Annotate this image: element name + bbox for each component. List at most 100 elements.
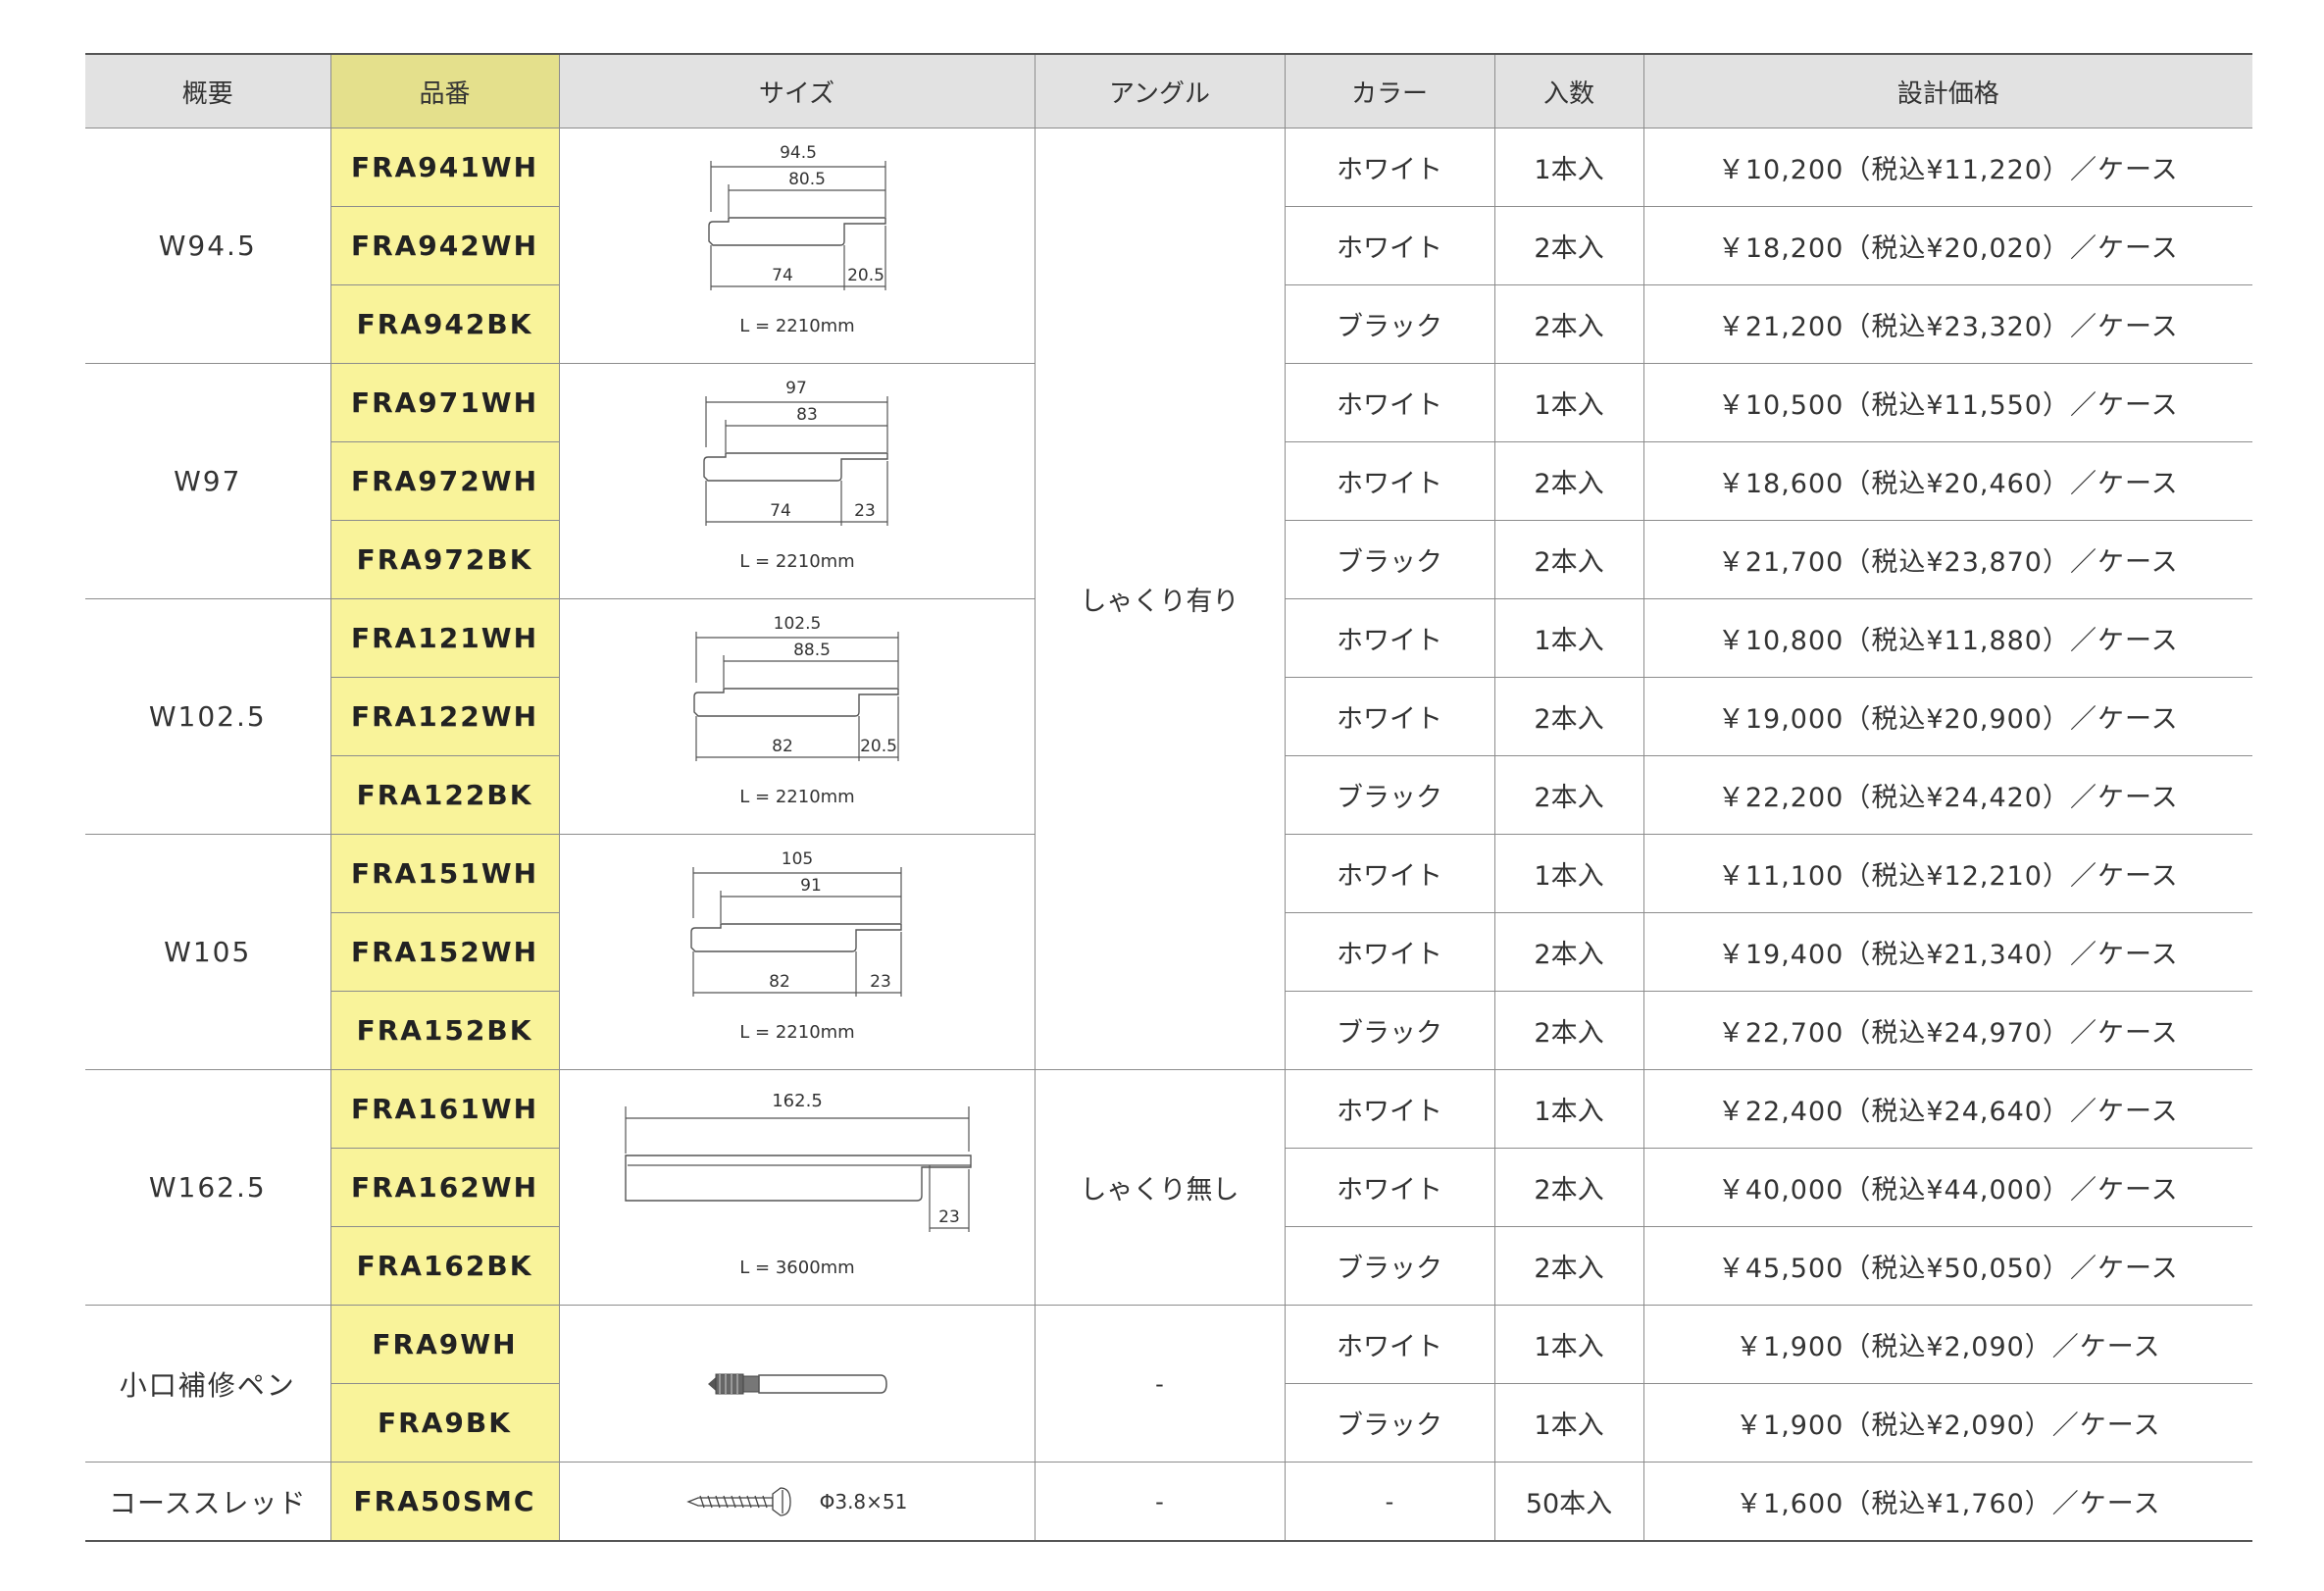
part-number: FRA161WH	[329, 1069, 560, 1149]
qty-cell: 2本入	[1493, 912, 1644, 992]
part-number: FRA971WH	[329, 363, 560, 442]
summary-cell: コーススレッド	[85, 1462, 331, 1542]
part-number: FRA152WH	[330, 912, 560, 992]
price-cell: ￥22,700（税込¥24,970）／ケース	[1642, 991, 2252, 1070]
header-row: 概要 品番 サイズ アングル カラー 入数 設計価格	[85, 53, 2252, 128]
price-cell: ￥40,000（税込¥44,000）／ケース	[1642, 1148, 2252, 1227]
part-number: FRA122BK	[330, 755, 560, 835]
part-number: FRA162BK	[330, 1226, 560, 1306]
frame-section-drawing: 105 91 82 23 L = 2210mm	[689, 849, 902, 1043]
price-cell: ￥10,500（税込¥11,550）／ケース	[1642, 363, 2252, 442]
size-drawing-cell: 162.5 23 L = 3600mm	[558, 1069, 1036, 1306]
dim-inner-label: 88.5	[793, 641, 831, 660]
profile-shape	[689, 922, 902, 952]
dim-inner-label: 91	[800, 876, 822, 896]
dim-overall-label: 94.5	[780, 143, 817, 163]
part-number: FRA9WH	[329, 1305, 560, 1384]
screw-size-label: Φ3.8×51	[819, 1489, 908, 1514]
dim-inner-label: 80.5	[788, 170, 826, 189]
part-number: FRA942BK	[330, 284, 560, 364]
qty-cell: 2本入	[1493, 1148, 1644, 1227]
qty-cell: 1本入	[1493, 1383, 1644, 1463]
color-cell: -	[1284, 1462, 1495, 1542]
price-cell: ￥10,200（税込¥11,220）／ケース	[1642, 128, 2252, 207]
length-label: L = 2210mm	[739, 551, 854, 572]
part-number: FRA162WH	[330, 1148, 560, 1227]
screw-icon	[685, 1486, 791, 1516]
dim-inner-label: 83	[796, 405, 818, 425]
header-summary: 概要	[85, 53, 331, 128]
price-cell: ￥18,200（税込¥20,020）／ケース	[1642, 206, 2252, 285]
color-cell: ブラック	[1284, 520, 1495, 599]
dim-overall-label: 105	[781, 849, 812, 869]
part-number: FRA972WH	[330, 441, 560, 521]
dim-base-label: 82	[772, 737, 793, 756]
dim-side-label: 23	[938, 1207, 960, 1227]
price-cell: ￥1,900（税込¥2,090）／ケース	[1642, 1305, 2252, 1384]
color-cell: ブラック	[1284, 1383, 1495, 1463]
part-number: FRA50SMC	[329, 1462, 560, 1542]
pen-image-cell	[558, 1305, 1036, 1463]
part-number: FRA151WH	[329, 834, 560, 913]
table-row: W162.5 FRA161WH 162.5 23 L = 3600mm しゃくり…	[85, 1069, 2252, 1306]
length-label: L = 2210mm	[739, 787, 854, 807]
qty-cell: 1本入	[1493, 1069, 1644, 1149]
part-number: FRA152BK	[330, 991, 560, 1070]
summary-cell: W97	[85, 363, 331, 599]
angle-cell: しゃくり無し	[1034, 1069, 1286, 1306]
qty-cell: 1本入	[1493, 363, 1644, 442]
part-number: FRA941WH	[329, 128, 560, 207]
price-cell: ￥21,200（税込¥23,320）／ケース	[1642, 284, 2252, 364]
length-label: L = 2210mm	[739, 1022, 854, 1043]
length-label: L = 2210mm	[739, 316, 854, 336]
summary-cell: 小口補修ペン	[85, 1305, 331, 1463]
color-cell: ホワイト	[1284, 598, 1495, 678]
qty-cell: 2本入	[1493, 284, 1644, 364]
header-size: サイズ	[558, 53, 1036, 128]
header-angle: アングル	[1034, 53, 1286, 128]
color-cell: ホワイト	[1284, 441, 1495, 521]
color-cell: ホワイト	[1284, 1148, 1495, 1227]
angle-cell: しゃくり有り	[1034, 128, 1286, 1070]
qty-cell: 1本入	[1493, 128, 1644, 207]
summary-cell: W94.5	[85, 128, 331, 364]
size-drawing-cell: 94.5 80.5 74 20.5 L = 2210mm	[558, 128, 1036, 364]
dim-overall-label: 102.5	[773, 614, 821, 634]
product-price-table: 概要 品番 サイズ アングル カラー 入数 設計価格 W94.5 FRA941W…	[85, 53, 2252, 1542]
frame-section-drawing: 102.5 88.5 82 20.5 L = 2210mm	[692, 614, 899, 807]
qty-cell: 2本入	[1493, 1226, 1644, 1306]
color-cell: ホワイト	[1284, 128, 1495, 207]
profile-shape	[702, 451, 888, 482]
header-color: カラー	[1284, 53, 1495, 128]
price-cell: ￥19,000（税込¥20,900）／ケース	[1642, 677, 2252, 756]
qty-cell: 2本入	[1493, 755, 1644, 835]
dim-base-label: 74	[772, 266, 793, 285]
dim-base-label: 82	[769, 972, 790, 992]
part-number: FRA972BK	[330, 520, 560, 599]
price-cell: ￥22,200（税込¥24,420）／ケース	[1642, 755, 2252, 835]
price-cell: ￥1,900（税込¥2,090）／ケース	[1642, 1383, 2252, 1463]
price-cell: ￥1,600（税込¥1,760）／ケース	[1642, 1462, 2252, 1542]
part-number: FRA122WH	[330, 677, 560, 756]
repair-pen-icon	[707, 1373, 887, 1394]
price-cell: ￥22,400（税込¥24,640）／ケース	[1642, 1069, 2252, 1149]
dim-side-label: 20.5	[860, 737, 897, 756]
color-cell: ブラック	[1284, 991, 1495, 1070]
color-cell: ホワイト	[1284, 363, 1495, 442]
dim-base-label: 74	[770, 501, 791, 521]
qty-cell: 1本入	[1493, 1305, 1644, 1384]
size-drawing-cell: 105 91 82 23 L = 2210mm	[558, 834, 1036, 1070]
table-row: 小口補修ペン FRA9WH - ホワイト 1本入 ￥1,900（税込¥2,090…	[85, 1305, 2252, 1463]
color-cell: ホワイト	[1284, 912, 1495, 992]
frame-section-drawing: 162.5 23 L = 3600mm	[624, 1091, 972, 1278]
dim-overall-label: 162.5	[772, 1091, 823, 1111]
price-cell: ￥21,700（税込¥23,870）／ケース	[1642, 520, 2252, 599]
qty-cell: 2本入	[1493, 991, 1644, 1070]
qty-cell: 1本入	[1493, 834, 1644, 913]
dim-overall-label: 97	[785, 379, 807, 398]
length-label: L = 3600mm	[739, 1257, 854, 1278]
qty-cell: 2本入	[1493, 206, 1644, 285]
qty-cell: 1本入	[1493, 598, 1644, 678]
size-drawing-cell: 97 83 74 23 L = 2210mm	[558, 363, 1036, 599]
dim-side-label: 20.5	[847, 266, 884, 285]
